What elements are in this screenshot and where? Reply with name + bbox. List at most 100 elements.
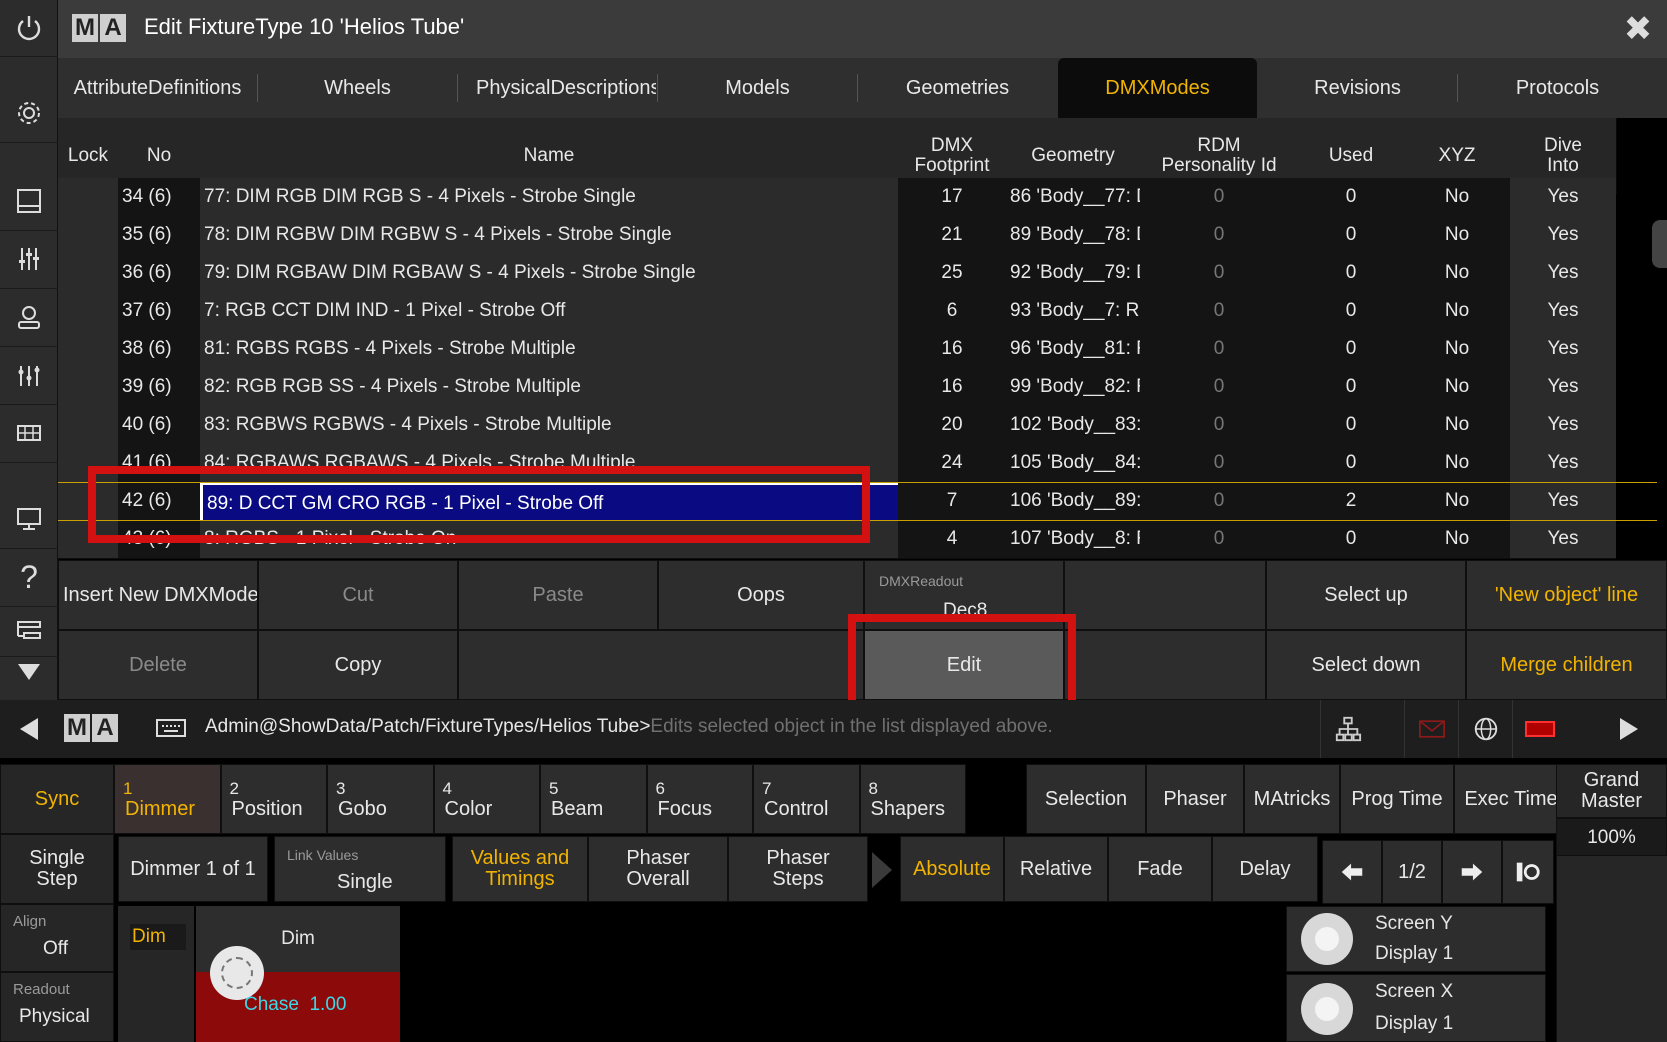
- link-values-select[interactable]: Link Values Single: [274, 836, 446, 902]
- tab-geometries[interactable]: Geometries: [858, 58, 1057, 118]
- cell-rdm[interactable]: 0: [1140, 520, 1298, 559]
- layout-icon[interactable]: [0, 172, 58, 231]
- cell-lock[interactable]: [58, 406, 118, 445]
- cell-rdm[interactable]: 0: [1140, 444, 1298, 483]
- cell-no[interactable]: 39 (6): [118, 368, 204, 407]
- cell-xyz[interactable]: No: [1404, 330, 1510, 369]
- cell-used[interactable]: 0: [1298, 520, 1404, 559]
- cell-used[interactable]: 0: [1298, 292, 1404, 331]
- cell-used[interactable]: 0: [1298, 254, 1404, 293]
- merge-children-button[interactable]: Merge children: [1466, 630, 1667, 700]
- cell-no[interactable]: 38 (6): [118, 330, 204, 369]
- select-up-button[interactable]: Select up: [1266, 560, 1466, 630]
- exec-time-button[interactable]: Exec Time: [1454, 764, 1568, 834]
- cell-used[interactable]: 0: [1298, 330, 1404, 369]
- dimmer-of-button[interactable]: Dimmer 1 of 1: [118, 836, 268, 902]
- cell-no[interactable]: 34 (6): [118, 178, 204, 217]
- delay-button[interactable]: Delay: [1212, 836, 1318, 902]
- cell-dmx[interactable]: 6: [898, 292, 1006, 331]
- mail-icon[interactable]: [1404, 700, 1458, 758]
- cell-name[interactable]: 79: DIM RGBAW DIM RGBAW S - 4 Pixels - S…: [200, 254, 902, 293]
- align-select[interactable]: Align Off: [0, 904, 114, 972]
- cell-no[interactable]: 36 (6): [118, 254, 204, 293]
- cell-lock[interactable]: [58, 216, 118, 255]
- copy-button[interactable]: Copy: [258, 630, 458, 700]
- knob-y-icon[interactable]: [1301, 913, 1353, 965]
- paste-button[interactable]: Paste: [458, 560, 658, 630]
- phaser-steps-button[interactable]: Phaser Steps: [728, 836, 868, 902]
- cut-button[interactable]: Cut: [258, 560, 458, 630]
- cell-geometry[interactable]: 93 'Body__7: RG: [1006, 292, 1144, 331]
- globe-icon[interactable]: [1458, 700, 1512, 758]
- grand-master-fader[interactable]: [1556, 856, 1667, 1042]
- power-icon[interactable]: [0, 0, 58, 57]
- cell-xyz[interactable]: No: [1404, 406, 1510, 445]
- cell-dive[interactable]: Yes: [1510, 254, 1616, 293]
- cell-geometry[interactable]: 92 'Body__79: D: [1006, 254, 1144, 293]
- channel-faders-icon[interactable]: [0, 346, 58, 405]
- cell-dive[interactable]: Yes: [1510, 178, 1616, 217]
- tab-models[interactable]: Models: [658, 58, 857, 118]
- preset-focus-button[interactable]: 6 Focus: [646, 764, 753, 834]
- cell-xyz[interactable]: No: [1404, 482, 1510, 521]
- status-indicator-icon[interactable]: [1512, 700, 1566, 758]
- page-right-icon[interactable]: [1442, 840, 1502, 904]
- cell-xyz[interactable]: No: [1404, 292, 1510, 331]
- cell-used[interactable]: 0: [1298, 444, 1404, 483]
- phaser-overall-button[interactable]: Phaser Overall: [588, 836, 728, 902]
- keyboard-icon[interactable]: [156, 718, 186, 738]
- matricks-button[interactable]: MAtricks: [1244, 764, 1340, 834]
- cell-name[interactable]: 78: DIM RGBW DIM RGBW S - 4 Pixels - Str…: [200, 216, 902, 255]
- select-down-button[interactable]: Select down: [1266, 630, 1466, 700]
- monitor-icon[interactable]: [0, 490, 58, 549]
- cell-dmx[interactable]: 16: [898, 330, 1006, 369]
- cell-used[interactable]: 2: [1298, 482, 1404, 521]
- cell-lock[interactable]: [58, 292, 118, 331]
- cell-rdm[interactable]: 0: [1140, 292, 1298, 331]
- cell-lock[interactable]: [58, 330, 118, 369]
- cell-dmx[interactable]: 16: [898, 368, 1006, 407]
- preset-shapers-button[interactable]: 8 Shapers: [859, 764, 966, 834]
- cell-geometry[interactable]: 107 'Body__8: R: [1006, 520, 1144, 559]
- cell-rdm[interactable]: 0: [1140, 330, 1298, 369]
- cell-rdm[interactable]: 0: [1140, 482, 1298, 521]
- cell-geometry[interactable]: 96 'Body__81: R: [1006, 330, 1144, 369]
- screen-x-encoder[interactable]: Screen X Display 1: [1286, 974, 1546, 1042]
- cell-dmx[interactable]: 17: [898, 178, 1006, 217]
- cell-name[interactable]: 82: RGB RGB SS - 4 Pixels - Strobe Multi…: [200, 368, 902, 407]
- scroll-handle[interactable]: [1652, 220, 1667, 268]
- cell-rdm[interactable]: 0: [1140, 254, 1298, 293]
- new-object-line-button[interactable]: 'New object' line: [1466, 560, 1667, 630]
- grand-master-value[interactable]: 100%: [1556, 818, 1667, 856]
- cell-no[interactable]: 35 (6): [118, 216, 204, 255]
- cell-used[interactable]: 0: [1298, 216, 1404, 255]
- tab-physicaldescriptions[interactable]: PhysicalDescriptions: [458, 58, 656, 118]
- screen-y-encoder[interactable]: Screen Y Display 1: [1286, 906, 1546, 972]
- fade-button[interactable]: Fade: [1108, 836, 1212, 902]
- selection-button[interactable]: Selection: [1026, 764, 1146, 834]
- cell-geometry[interactable]: 89 'Body__78: D: [1006, 216, 1144, 255]
- settings-toggle-icon[interactable]: [1502, 840, 1554, 904]
- user-icon[interactable]: [0, 288, 58, 347]
- cell-name[interactable]: 81: RGBS RGBS - 4 Pixels - Strobe Multip…: [200, 330, 902, 369]
- cell-dmx[interactable]: 20: [898, 406, 1006, 445]
- readout-select[interactable]: Readout Physical: [0, 972, 114, 1042]
- help-icon[interactable]: ?: [0, 548, 58, 607]
- tab-wheels[interactable]: Wheels: [258, 58, 457, 118]
- cell-rdm[interactable]: 0: [1140, 178, 1298, 217]
- cell-geometry[interactable]: 106 'Body__89:: [1006, 482, 1144, 521]
- tab-revisions[interactable]: Revisions: [1258, 58, 1457, 118]
- cell-geometry[interactable]: 105 'Body__84:: [1006, 444, 1144, 483]
- values-and-timings-button[interactable]: Values and Timings: [452, 836, 588, 902]
- cell-geometry[interactable]: 86 'Body__77: D: [1006, 178, 1144, 217]
- preset-gobo-button[interactable]: 3 Gobo: [327, 764, 434, 834]
- cell-used[interactable]: 0: [1298, 178, 1404, 217]
- tab-dmxmodes[interactable]: DMXModes: [1058, 58, 1257, 118]
- cell-lock[interactable]: [58, 178, 118, 217]
- knob-x-icon[interactable]: [1301, 983, 1353, 1035]
- preset-control-button[interactable]: 7 Control: [753, 764, 860, 834]
- cell-lock[interactable]: [58, 254, 118, 293]
- cell-dive[interactable]: Yes: [1510, 444, 1616, 483]
- cell-geometry[interactable]: 102 'Body__83:: [1006, 406, 1144, 445]
- cell-dive[interactable]: Yes: [1510, 406, 1616, 445]
